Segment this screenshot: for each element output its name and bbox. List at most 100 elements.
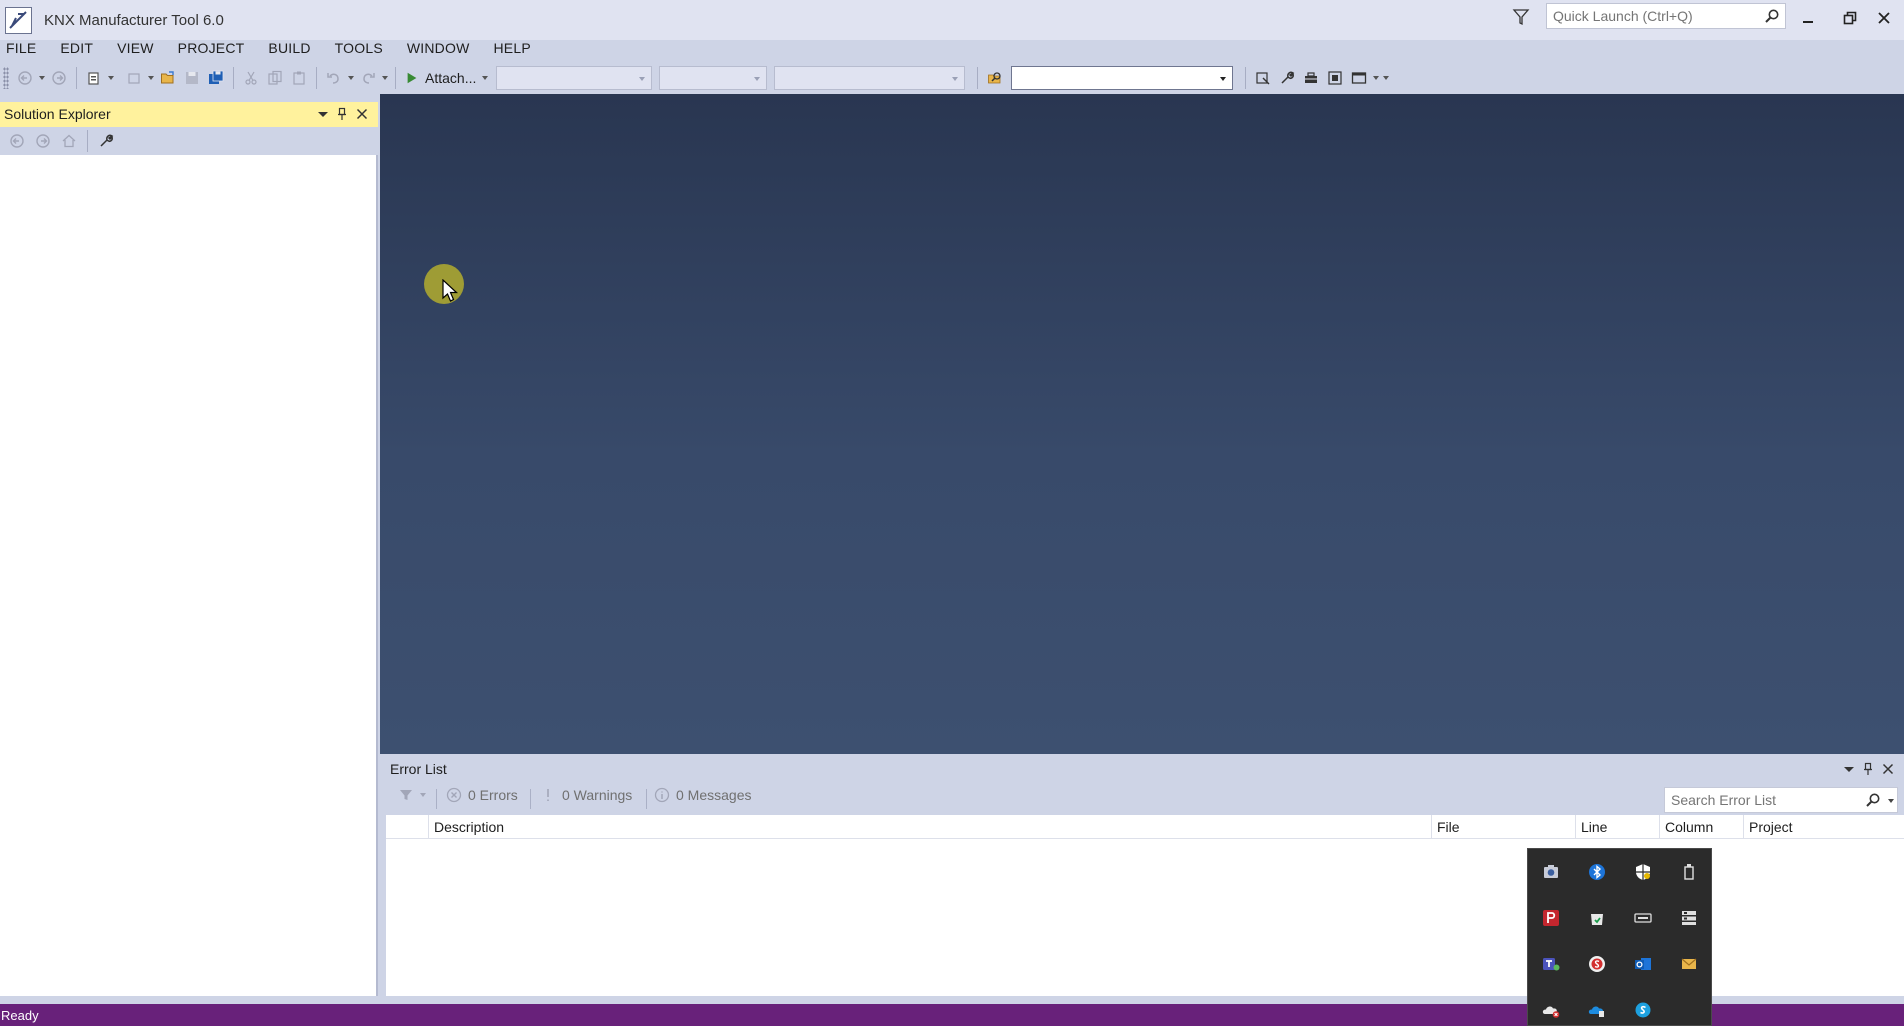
undo-icon bbox=[327, 73, 339, 84]
se-home-button[interactable] bbox=[58, 130, 80, 152]
se-properties-button[interactable] bbox=[95, 130, 117, 152]
usb-drive-icon[interactable] bbox=[1666, 849, 1712, 895]
close-window-button[interactable] bbox=[1864, 4, 1904, 32]
copy-button[interactable] bbox=[263, 66, 287, 90]
window-layout-dropdown[interactable] bbox=[1371, 66, 1381, 90]
errors-filter-button[interactable]: 0 Errors bbox=[446, 787, 518, 803]
filter-scope-button[interactable] bbox=[398, 787, 426, 803]
new-item-button[interactable] bbox=[122, 66, 146, 90]
redo-dropdown[interactable] bbox=[380, 66, 390, 90]
new-project-button[interactable] bbox=[82, 66, 106, 90]
window-layout-button[interactable] bbox=[1347, 66, 1371, 90]
panel-options-button[interactable] bbox=[315, 106, 331, 122]
toolbar-overflow-button[interactable] bbox=[1381, 66, 1391, 90]
forward-button[interactable] bbox=[47, 66, 71, 90]
error-list-search[interactable] bbox=[1664, 787, 1898, 813]
column-header-description[interactable]: Description bbox=[428, 815, 1431, 839]
minimize-button[interactable] bbox=[1788, 4, 1828, 32]
warning-icon bbox=[547, 789, 549, 801]
mail-icon[interactable] bbox=[1666, 941, 1712, 987]
undo-dropdown[interactable] bbox=[346, 66, 356, 90]
column-header-project[interactable]: Project bbox=[1743, 815, 1904, 839]
properties-button[interactable] bbox=[1275, 66, 1299, 90]
menu-tools[interactable]: TOOLS bbox=[321, 38, 393, 60]
s-app-icon[interactable] bbox=[1574, 941, 1620, 987]
messages-filter-button[interactable]: 0 Messages bbox=[654, 787, 751, 803]
paste-button[interactable] bbox=[287, 66, 311, 90]
solution-config-combo[interactable] bbox=[496, 66, 653, 90]
toolbar-grip[interactable] bbox=[3, 67, 9, 89]
menu-edit[interactable]: EDIT bbox=[46, 38, 103, 60]
back-button[interactable] bbox=[13, 66, 37, 90]
save-button[interactable] bbox=[180, 66, 204, 90]
forward-arrow-icon bbox=[52, 71, 66, 85]
store-icon[interactable] bbox=[1574, 895, 1620, 941]
save-all-button[interactable] bbox=[204, 66, 228, 90]
p-app-icon[interactable] bbox=[1528, 895, 1574, 941]
menu-window[interactable]: WINDOW bbox=[393, 38, 480, 60]
menu-build[interactable]: BUILD bbox=[254, 38, 320, 60]
cut-button[interactable] bbox=[239, 66, 263, 90]
new-item-dropdown[interactable] bbox=[146, 66, 156, 90]
close-icon bbox=[1878, 12, 1890, 24]
menu-project[interactable]: PROJECT bbox=[164, 38, 255, 60]
class-view-button[interactable] bbox=[1323, 66, 1347, 90]
filter-icon[interactable] bbox=[1510, 6, 1532, 28]
column-header-line[interactable]: Line bbox=[1575, 815, 1659, 839]
menu-help[interactable]: HELP bbox=[480, 38, 541, 60]
cut-icon bbox=[245, 71, 257, 85]
toolbar-separator bbox=[316, 67, 317, 89]
quick-launch-input[interactable] bbox=[1547, 4, 1755, 28]
pin-icon bbox=[338, 107, 346, 120]
error-list-search-input[interactable] bbox=[1665, 788, 1865, 812]
redo-button[interactable] bbox=[356, 66, 380, 90]
find-in-files-button[interactable] bbox=[983, 66, 1007, 90]
solution-explorer-button[interactable] bbox=[1251, 66, 1275, 90]
column-header-file[interactable]: File bbox=[1431, 815, 1575, 839]
teams-icon[interactable] bbox=[1528, 941, 1574, 987]
new-project-dropdown[interactable] bbox=[106, 66, 116, 90]
pin-button[interactable] bbox=[1860, 761, 1876, 777]
toolbar-separator bbox=[76, 67, 77, 89]
menu-bar: FILE EDIT VIEW PROJECT BUILD TOOLS WINDO… bbox=[0, 38, 541, 60]
close-panel-button[interactable] bbox=[354, 106, 370, 122]
onedrive-error-icon[interactable] bbox=[1528, 987, 1574, 1026]
back-dropdown[interactable] bbox=[37, 66, 47, 90]
find-in-files-icon bbox=[988, 72, 1002, 84]
quick-launch-box[interactable] bbox=[1546, 3, 1786, 29]
column-header-severity[interactable] bbox=[386, 815, 428, 839]
se-forward-button[interactable] bbox=[32, 130, 54, 152]
attach-dropdown[interactable] bbox=[480, 66, 490, 90]
panel-options-button[interactable] bbox=[1841, 761, 1857, 777]
find-combo[interactable] bbox=[1011, 66, 1234, 90]
info-icon bbox=[654, 787, 670, 803]
open-file-button[interactable] bbox=[156, 66, 180, 90]
security-shield-icon[interactable] bbox=[1620, 849, 1666, 895]
menu-file[interactable]: FILE bbox=[0, 38, 46, 60]
undo-button[interactable] bbox=[322, 66, 346, 90]
pin-button[interactable] bbox=[334, 106, 350, 122]
startup-item-combo[interactable] bbox=[774, 66, 966, 90]
camera-icon[interactable] bbox=[1528, 849, 1574, 895]
onedrive-icon[interactable] bbox=[1574, 987, 1620, 1026]
column-header-column[interactable]: Column bbox=[1659, 815, 1743, 839]
bluetooth-icon[interactable] bbox=[1574, 849, 1620, 895]
menu-view[interactable]: VIEW bbox=[103, 38, 164, 60]
skype-icon[interactable] bbox=[1620, 987, 1666, 1026]
class-view-icon bbox=[1328, 71, 1342, 85]
toolbox-button[interactable] bbox=[1299, 66, 1323, 90]
app-logo-icon[interactable] bbox=[5, 7, 32, 34]
window-layout-icon bbox=[1352, 72, 1367, 84]
search-options-dropdown[interactable] bbox=[1888, 799, 1894, 803]
outlook-icon[interactable] bbox=[1620, 941, 1666, 987]
attach-button[interactable]: Attach... bbox=[401, 66, 480, 90]
warnings-filter-button[interactable]: 0 Warnings bbox=[540, 787, 632, 803]
keyboard-icon[interactable] bbox=[1620, 895, 1666, 941]
solution-platform-combo[interactable] bbox=[659, 66, 768, 90]
close-icon bbox=[1882, 763, 1894, 775]
window-title: KNX Manufacturer Tool 6.0 bbox=[44, 12, 224, 29]
document-well[interactable] bbox=[380, 94, 1904, 754]
close-panel-button[interactable] bbox=[1880, 761, 1896, 777]
task-manager-icon[interactable] bbox=[1666, 895, 1712, 941]
se-back-button[interactable] bbox=[6, 130, 28, 152]
